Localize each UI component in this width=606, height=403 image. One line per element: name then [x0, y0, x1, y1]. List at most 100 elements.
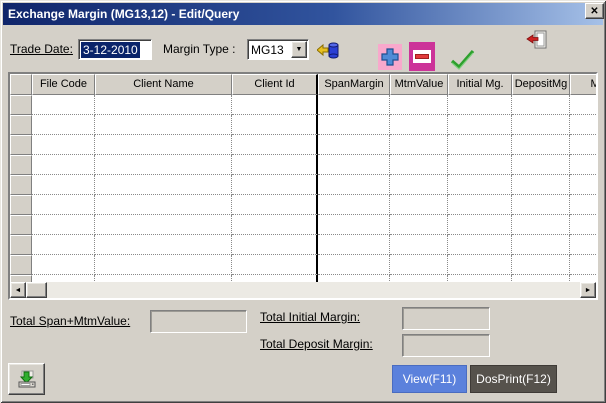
column-header-depositmg[interactable]: DepositMg — [512, 74, 570, 95]
table-cell[interactable] — [448, 215, 512, 235]
table-cell[interactable] — [95, 95, 232, 115]
table-cell[interactable] — [570, 175, 596, 195]
column-header-initial-mg-[interactable]: Initial Mg. — [448, 74, 512, 95]
table-cell[interactable] — [95, 275, 232, 282]
table-cell[interactable] — [512, 135, 570, 155]
table-cell[interactable] — [32, 95, 95, 115]
table-cell[interactable] — [512, 95, 570, 115]
row-header-cell[interactable] — [10, 195, 32, 215]
table-cell[interactable] — [32, 255, 95, 275]
table-cell[interactable] — [390, 115, 448, 135]
save-export-button[interactable] — [8, 363, 45, 395]
table-cell[interactable] — [95, 215, 232, 235]
table-cell[interactable] — [512, 275, 570, 282]
view-button[interactable]: View(F11) — [392, 365, 467, 393]
table-cell[interactable] — [318, 115, 390, 135]
table-cell[interactable] — [512, 255, 570, 275]
add-row-button[interactable] — [378, 44, 402, 70]
table-cell[interactable] — [570, 215, 596, 235]
table-cell[interactable] — [570, 135, 596, 155]
table-cell[interactable] — [448, 275, 512, 282]
horizontal-scrollbar[interactable]: ◄ ► — [10, 282, 596, 298]
table-cell[interactable] — [570, 155, 596, 175]
table-cell[interactable] — [448, 155, 512, 175]
row-header-cell[interactable] — [10, 115, 32, 135]
table-cell[interactable] — [95, 115, 232, 135]
table-cell[interactable] — [318, 195, 390, 215]
confirm-button[interactable] — [448, 48, 476, 72]
table-cell[interactable] — [570, 115, 596, 135]
table-cell[interactable] — [512, 235, 570, 255]
column-header-mar[interactable]: Mar — [570, 74, 596, 95]
table-cell[interactable] — [32, 235, 95, 255]
table-cell[interactable] — [232, 135, 318, 155]
table-cell[interactable] — [448, 95, 512, 115]
table-cell[interactable] — [390, 255, 448, 275]
trade-date-input[interactable]: 3-12-2010 — [78, 39, 152, 60]
exit-button[interactable] — [526, 30, 547, 49]
table-cell[interactable] — [32, 275, 95, 282]
table-cell[interactable] — [390, 275, 448, 282]
table-cell[interactable] — [232, 235, 318, 255]
delete-row-button[interactable] — [409, 42, 435, 71]
row-header-cell[interactable] — [10, 255, 32, 275]
table-cell[interactable] — [32, 195, 95, 215]
table-cell[interactable] — [32, 135, 95, 155]
row-header-cell[interactable] — [10, 175, 32, 195]
table-cell[interactable] — [232, 115, 318, 135]
table-cell[interactable] — [32, 215, 95, 235]
table-cell[interactable] — [390, 215, 448, 235]
table-cell[interactable] — [318, 215, 390, 235]
table-cell[interactable] — [32, 175, 95, 195]
table-cell[interactable] — [32, 155, 95, 175]
table-cell[interactable] — [232, 95, 318, 115]
table-cell[interactable] — [570, 195, 596, 215]
table-cell[interactable] — [95, 175, 232, 195]
table-cell[interactable] — [95, 135, 232, 155]
chevron-down-icon[interactable]: ▼ — [291, 41, 307, 58]
table-cell[interactable] — [390, 95, 448, 115]
table-cell[interactable] — [232, 275, 318, 282]
row-header-cell[interactable] — [10, 95, 32, 115]
table-cell[interactable] — [570, 95, 596, 115]
table-cell[interactable] — [32, 115, 95, 135]
column-header-client-name[interactable]: Client Name — [95, 74, 232, 95]
table-cell[interactable] — [570, 255, 596, 275]
table-cell[interactable] — [512, 115, 570, 135]
column-header-spanmargin[interactable]: SpanMargin — [318, 74, 390, 95]
table-cell[interactable] — [390, 175, 448, 195]
table-cell[interactable] — [318, 95, 390, 115]
row-header-cell[interactable] — [10, 275, 32, 282]
table-cell[interactable] — [390, 195, 448, 215]
table-cell[interactable] — [448, 235, 512, 255]
table-cell[interactable] — [95, 195, 232, 215]
titlebar[interactable]: Exchange Margin (MG13,12) - Edit/Query — [3, 3, 603, 25]
table-cell[interactable] — [232, 195, 318, 215]
table-cell[interactable] — [318, 235, 390, 255]
table-cell[interactable] — [232, 255, 318, 275]
row-header-cell[interactable] — [10, 215, 32, 235]
table-cell[interactable] — [570, 275, 596, 282]
table-cell[interactable] — [512, 215, 570, 235]
column-header-row-selector[interactable] — [10, 74, 32, 95]
table-cell[interactable] — [448, 175, 512, 195]
scrollbar-thumb[interactable] — [26, 282, 47, 298]
column-header-file-code[interactable]: File Code — [32, 74, 95, 95]
scroll-right-button[interactable]: ► — [580, 282, 596, 298]
table-cell[interactable] — [512, 195, 570, 215]
table-cell[interactable] — [232, 175, 318, 195]
margin-type-select[interactable]: MG13 ▼ — [247, 39, 309, 60]
table-cell[interactable] — [448, 255, 512, 275]
table-cell[interactable] — [390, 155, 448, 175]
scroll-left-button[interactable]: ◄ — [10, 282, 26, 298]
dosprint-button[interactable]: DosPrint(F12) — [470, 365, 557, 393]
table-cell[interactable] — [318, 155, 390, 175]
column-header-mtmvalue[interactable]: MtmValue — [390, 74, 448, 95]
table-cell[interactable] — [448, 195, 512, 215]
table-cell[interactable] — [318, 175, 390, 195]
table-cell[interactable] — [95, 255, 232, 275]
row-header-cell[interactable] — [10, 155, 32, 175]
row-header-cell[interactable] — [10, 235, 32, 255]
load-database-icon[interactable] — [317, 41, 339, 59]
table-cell[interactable] — [570, 235, 596, 255]
